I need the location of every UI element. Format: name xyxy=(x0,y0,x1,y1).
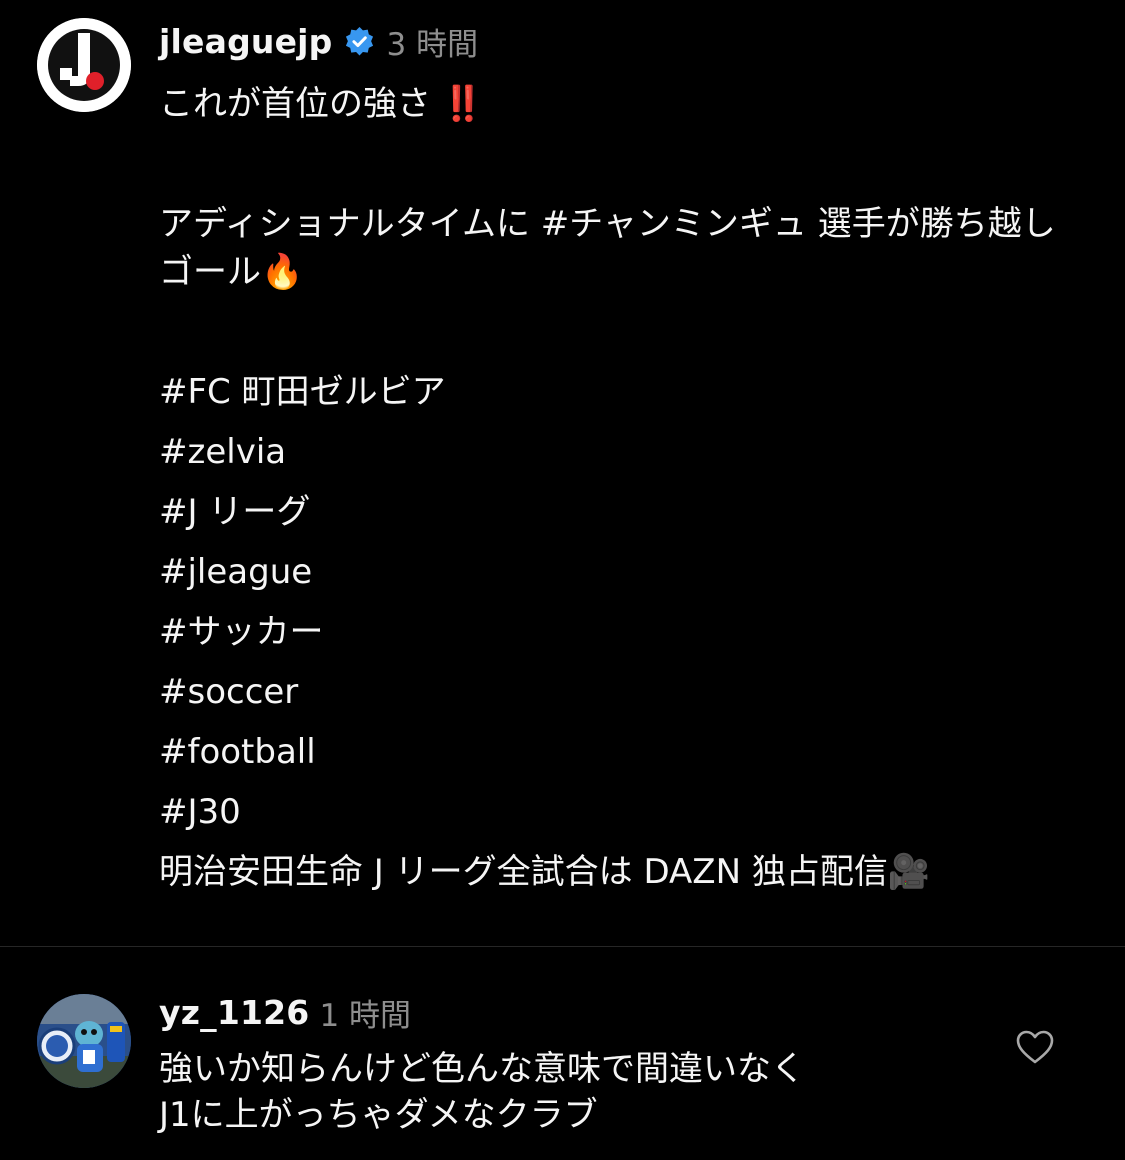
hashtag-link[interactable]: #jleague xyxy=(159,542,1089,602)
caption-line: これが首位の強さ ‼️ xyxy=(159,74,1089,134)
movie-camera-icon: 🎥 xyxy=(887,852,931,892)
hashtag-link[interactable]: #J30 xyxy=(159,782,1089,842)
hashtag-link[interactable]: #サッカー xyxy=(159,602,1089,662)
comment-username[interactable]: yz_1126 xyxy=(159,993,309,1032)
hashtag-link[interactable]: #J リーグ xyxy=(159,482,1089,542)
post-author-avatar[interactable] xyxy=(37,18,131,112)
comment-timestamp: 1 時間 xyxy=(319,997,412,1034)
hashtag-list: #FC 町田ゼルビア #zelvia #J リーグ #jleague #サッカー… xyxy=(159,362,1089,842)
double-exclamation-icon: ‼️ xyxy=(441,84,484,124)
post-header: jleaguejp 3 時間 xyxy=(159,17,478,65)
caption-line: 明治安田生命 J リーグ全試合は DAZN 独占配信🎥 xyxy=(159,842,1089,902)
caption-text: これが首位の強さ xyxy=(159,84,431,124)
jleague-logo-icon xyxy=(37,18,131,112)
hashtag-link[interactable]: #soccer xyxy=(159,662,1089,722)
post-caption: これが首位の強さ ‼️ アディショナルタイムに #チャンミンギュ 選手が勝ち越し… xyxy=(159,74,1089,902)
comment-line: 強いか知らんけど色んな意味で間違いなく xyxy=(159,1049,805,1089)
hashtag-link[interactable]: #FC 町田ゼルビア xyxy=(159,362,1089,422)
comment-text: 強いか知らんけど色んな意味で間違いなく J1に上がっちゃダメなクラブ xyxy=(159,1046,979,1138)
comment-author-avatar[interactable] xyxy=(37,994,131,1088)
caption-line: アディショナルタイムに #チャンミンギュ 選手が勝ち越しゴール🔥 xyxy=(159,194,1089,302)
verified-badge-icon xyxy=(344,26,375,57)
divider xyxy=(0,946,1125,947)
fire-icon: 🔥 xyxy=(261,252,304,292)
comment-header: yz_1126 1 時間 xyxy=(159,988,411,1036)
heart-outline-icon[interactable] xyxy=(1015,1028,1055,1068)
caption-text: 明治安田生命 J リーグ全試合は DAZN 独占配信 xyxy=(159,852,888,892)
mascot-photo-avatar xyxy=(37,994,131,1088)
post-timestamp: 3 時間 xyxy=(386,26,479,63)
hashtag-link[interactable]: #zelvia xyxy=(159,422,1089,482)
post-username[interactable]: jleaguejp xyxy=(159,22,333,61)
comment-line: J1に上がっちゃダメなクラブ xyxy=(159,1095,598,1135)
hashtag-link[interactable]: #football xyxy=(159,722,1089,782)
